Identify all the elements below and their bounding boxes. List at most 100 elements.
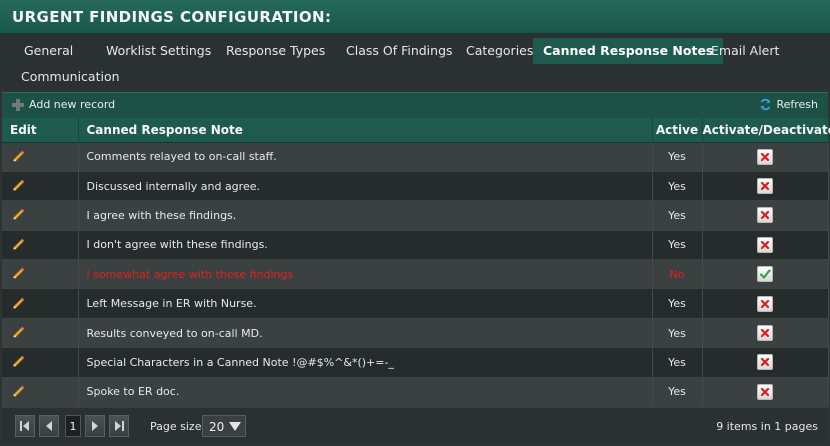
last-page-icon <box>115 421 124 431</box>
tab-email-alert[interactable]: Email Alert <box>701 38 789 64</box>
previous-page-button[interactable] <box>39 415 59 437</box>
next-page-icon <box>92 421 98 431</box>
pencil-icon[interactable] <box>10 207 26 223</box>
title-bar: URGENT FINDINGS CONFIGURATION: <box>0 0 830 34</box>
table-row: Discussed internally and agree. Yes <box>2 171 829 202</box>
tab-strip: General Worklist Settings Response Types… <box>0 34 830 90</box>
first-page-icon <box>20 421 29 431</box>
canned-note-text: Special Characters in a Canned Note !@#$… <box>78 347 653 378</box>
canned-note-text: Comments relayed to on-call staff. <box>78 142 653 172</box>
edit-cell <box>2 171 79 202</box>
column-header-active[interactable]: Active <box>652 118 703 143</box>
canned-note-text: Left Message in ER with Nurse. <box>78 288 653 319</box>
active-status: Yes <box>652 142 703 172</box>
canned-note-text: Discussed internally and agree. <box>78 171 653 202</box>
canned-note-text: I somewhat agree with these findings <box>78 259 653 290</box>
page-size-value: 20 <box>209 420 225 434</box>
add-record-button[interactable]: Add new record <box>12 98 115 111</box>
chevron-down-icon <box>229 422 241 431</box>
edit-cell <box>2 288 79 319</box>
deactivate-button[interactable] <box>757 148 773 165</box>
edit-cell <box>2 347 79 378</box>
pencil-icon[interactable] <box>10 354 26 370</box>
active-status: Yes <box>652 200 703 231</box>
refresh-label: Refresh <box>776 98 818 111</box>
tab-class-of-findings[interactable]: Class Of Findings <box>336 38 463 64</box>
toggle-cell <box>702 347 829 378</box>
deactivate-button[interactable] <box>757 295 773 312</box>
table-row: Comments relayed to on-call staff. Yes <box>2 142 829 172</box>
pencil-icon[interactable] <box>10 178 26 194</box>
edit-cell <box>2 259 79 290</box>
toggle-cell <box>702 230 829 261</box>
pencil-icon[interactable] <box>10 149 26 165</box>
active-status: Yes <box>652 230 703 261</box>
tab-general[interactable]: General <box>14 38 83 64</box>
first-page-button[interactable] <box>15 415 35 437</box>
tab-response-types[interactable]: Response Types <box>216 38 335 64</box>
next-page-button[interactable] <box>85 415 105 437</box>
table-row: Spoke to ER doc. Yes <box>2 377 829 408</box>
canned-note-text: I don't agree with these findings. <box>78 230 653 261</box>
table-row: Left Message in ER with Nurse. Yes <box>2 288 829 319</box>
page-size-label: Page size: <box>150 420 206 433</box>
column-header-note[interactable]: Canned Response Note <box>78 118 653 143</box>
toggle-cell <box>702 200 829 231</box>
page-title: URGENT FINDINGS CONFIGURATION: <box>12 8 332 26</box>
deactivate-button[interactable] <box>757 325 773 342</box>
tab-communication[interactable]: Communication <box>11 64 130 90</box>
pencil-icon[interactable] <box>10 237 26 253</box>
canned-note-text: Results conveyed to on-call MD. <box>78 318 653 349</box>
toggle-cell <box>702 259 829 290</box>
last-page-button[interactable] <box>109 415 129 437</box>
refresh-button[interactable]: Refresh <box>759 98 818 111</box>
toggle-cell <box>702 377 829 408</box>
tab-categories[interactable]: Categories <box>456 38 543 64</box>
column-header-edit[interactable]: Edit <box>2 118 79 143</box>
edit-cell <box>2 230 79 261</box>
active-status: No <box>652 259 703 290</box>
toggle-cell <box>702 288 829 319</box>
pencil-icon[interactable] <box>10 325 26 341</box>
pencil-icon[interactable] <box>10 384 26 400</box>
page-size-select[interactable]: 20 <box>202 415 246 437</box>
pager-summary: 9 items in 1 pages <box>716 420 818 433</box>
previous-page-icon <box>46 421 52 431</box>
plus-icon <box>12 98 24 111</box>
table-row: Results conveyed to on-call MD. Yes <box>2 318 829 349</box>
grid-toolbar: Add new record Refresh <box>2 92 828 118</box>
toggle-cell <box>702 318 829 349</box>
tab-worklist-settings[interactable]: Worklist Settings <box>96 38 221 64</box>
deactivate-button[interactable] <box>757 236 773 253</box>
active-status: Yes <box>652 347 703 378</box>
table-body: Comments relayed to on-call staff. Yes Dis… <box>2 142 829 408</box>
edit-cell <box>2 318 79 349</box>
current-page-number[interactable]: 1 <box>65 415 81 437</box>
edit-cell <box>2 142 79 172</box>
deactivate-button[interactable] <box>757 354 773 371</box>
column-header-activate-deactivate[interactable]: Activate/Deactivate <box>702 118 830 143</box>
active-status: Yes <box>652 318 703 349</box>
edit-cell <box>2 377 79 408</box>
canned-notes-table: Edit Canned Response Note Active Activat… <box>2 118 830 408</box>
canned-note-text: I agree with these findings. <box>78 200 653 231</box>
table-row: I don't agree with these findings. Yes <box>2 230 829 261</box>
active-status: Yes <box>652 171 703 202</box>
deactivate-button[interactable] <box>757 178 773 195</box>
deactivate-button[interactable] <box>757 207 773 224</box>
pencil-icon[interactable] <box>10 296 26 312</box>
edit-cell <box>2 200 79 231</box>
active-status: Yes <box>652 288 703 319</box>
activate-button[interactable] <box>757 266 773 283</box>
refresh-icon <box>760 98 771 111</box>
pencil-icon[interactable] <box>10 266 26 282</box>
table-header-row: Edit Canned Response Note Active Activat… <box>2 118 830 143</box>
pager: 1 Page size: 20 9 items in 1 pages <box>2 407 828 444</box>
table-row: Special Characters in a Canned Note !@#$… <box>2 347 829 378</box>
canned-note-text: Spoke to ER doc. <box>78 377 653 408</box>
toggle-cell <box>702 171 829 202</box>
tab-canned-response-notes[interactable]: Canned Response Notes <box>533 38 724 64</box>
table-row: I agree with these findings. Yes <box>2 200 829 231</box>
active-status: Yes <box>652 377 703 408</box>
deactivate-button[interactable] <box>757 383 773 400</box>
